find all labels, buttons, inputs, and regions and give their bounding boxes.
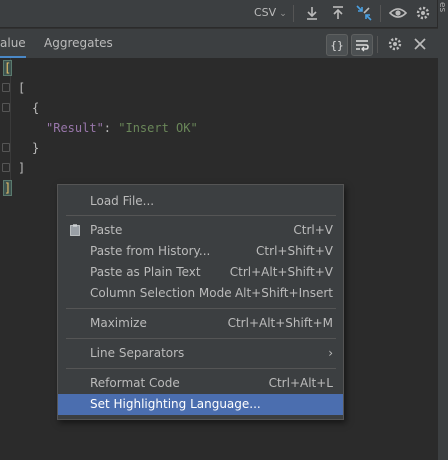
menu-item-label: Paste: [90, 223, 123, 237]
menu-item-paste-plain-text[interactable]: Paste as Plain Text Ctrl+Alt+Shift+V: [58, 262, 343, 283]
menu-item-shortcut: Ctrl+Shift+V: [256, 244, 333, 258]
menu-item-shortcut: Alt+Shift+Insert: [234, 286, 333, 300]
close-icon[interactable]: [410, 34, 430, 54]
menu-item-label: Paste as Plain Text: [90, 265, 201, 279]
tab-aggregates[interactable]: Aggregates: [44, 29, 113, 59]
menu-item-maximize[interactable]: Maximize Ctrl+Alt+Shift+M: [58, 313, 343, 334]
menu-item-line-separators[interactable]: Line Separators ›: [58, 343, 343, 364]
toolbar-divider: [293, 5, 294, 22]
menu-item-set-highlighting-language[interactable]: Set Highlighting Language...: [58, 394, 343, 415]
code-line-4: "Result": "Insert OK": [46, 121, 198, 135]
menu-item-label: Paste from History...: [90, 244, 211, 258]
json-colon: :: [103, 121, 119, 135]
matched-bracket: ]: [2, 180, 13, 196]
compare-arrows-icon[interactable]: [355, 4, 373, 22]
format-selector[interactable]: CSV ⌄: [254, 6, 287, 19]
code-line-5: }: [32, 141, 40, 155]
download-icon[interactable]: [303, 4, 321, 22]
menu-item-shortcut: Ctrl+Alt+Shift+M: [227, 316, 333, 330]
menu-item-load-file[interactable]: Load File...: [58, 191, 343, 212]
upload-icon[interactable]: [329, 4, 347, 22]
menu-item-paste[interactable]: Paste Ctrl+V: [58, 220, 343, 241]
menu-separator: [66, 215, 336, 216]
gear-icon[interactable]: [414, 4, 432, 22]
svg-text:{}: {}: [330, 39, 343, 52]
tab-value[interactable]: alue: [0, 29, 26, 59]
braces-icon: {}: [330, 39, 343, 52]
menu-separator: [66, 368, 336, 369]
eye-icon[interactable]: [389, 4, 407, 22]
code-line-2: [: [18, 81, 26, 95]
menu-separator: [66, 338, 336, 339]
menu-item-label: Load File...: [90, 194, 155, 208]
soft-wrap-toggle[interactable]: [351, 34, 373, 56]
code-line-6: ]: [18, 161, 26, 175]
top-toolbar: CSV ⌄: [0, 0, 448, 27]
code-line-7: ]: [2, 180, 13, 196]
json-format-toggle[interactable]: {}: [326, 34, 348, 56]
menu-separator: [66, 308, 336, 309]
side-tool-label: es: [437, 2, 447, 13]
side-tool-strip[interactable]: es: [437, 0, 448, 460]
submenu-arrow-icon: ›: [328, 346, 333, 360]
json-key: "Result": [46, 121, 104, 135]
soft-wrap-icon: [356, 40, 369, 52]
menu-item-label: Reformat Code: [90, 376, 180, 390]
gutter: [10, 58, 11, 193]
tab-divider: [377, 36, 378, 53]
menu-item-shortcut: Ctrl+V: [293, 223, 333, 237]
code-line-1: [: [2, 60, 13, 76]
menu-item-column-selection-mode[interactable]: Column Selection Mode Alt+Shift+Insert: [58, 283, 343, 304]
context-menu: Load File... Paste Ctrl+V Paste from His…: [57, 184, 344, 420]
menu-item-shortcut: Ctrl+Alt+L: [268, 376, 333, 390]
toolbar-divider: [380, 5, 381, 22]
format-label: CSV: [254, 6, 277, 19]
menu-item-reformat-code[interactable]: Reformat Code Ctrl+Alt+L: [58, 373, 343, 394]
chevron-down-icon: ⌄: [279, 9, 287, 19]
fold-marker-icon[interactable]: [2, 143, 10, 152]
menu-item-label: Maximize: [90, 316, 147, 330]
settings-gear-icon[interactable]: [385, 34, 405, 54]
menu-item-label: Set Highlighting Language...: [90, 397, 261, 411]
matched-bracket: [: [2, 60, 13, 76]
tab-bar: alue Aggregates {}: [0, 28, 438, 59]
menu-item-label: Column Selection Mode: [90, 286, 232, 300]
fold-marker-icon[interactable]: [2, 103, 10, 112]
fold-marker-icon[interactable]: [2, 83, 10, 92]
fold-marker-icon[interactable]: [2, 163, 10, 172]
clipboard-icon: [70, 224, 80, 236]
code-line-3: {: [32, 101, 40, 115]
json-value: "Insert OK": [118, 121, 198, 135]
menu-item-paste-from-history[interactable]: Paste from History... Ctrl+Shift+V: [58, 241, 343, 262]
menu-item-shortcut: Ctrl+Alt+Shift+V: [229, 265, 333, 279]
menu-item-label: Line Separators: [90, 346, 185, 360]
